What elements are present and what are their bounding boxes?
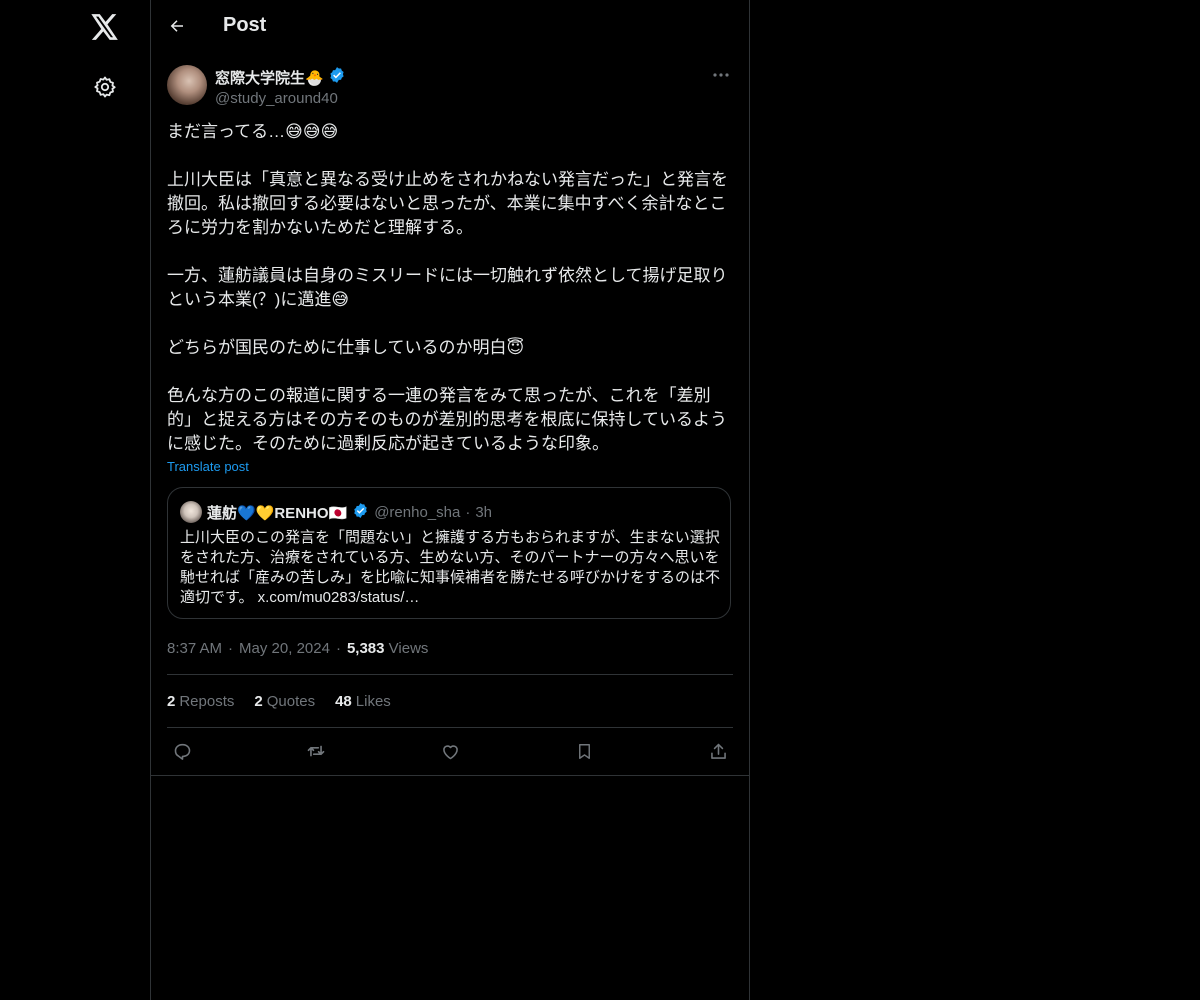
reply-icon <box>174 743 190 760</box>
repost-button[interactable] <box>302 737 330 765</box>
meta-separator: · <box>228 640 234 657</box>
arrow-left-icon <box>170 20 183 32</box>
author-handle[interactable]: @study_around40 <box>215 90 346 107</box>
x-logo-icon[interactable] <box>90 12 120 42</box>
share-icon <box>710 743 726 759</box>
views-count: 5,383 <box>346 640 385 657</box>
likes-stat[interactable]: 48 Likes <box>335 693 391 710</box>
engagement-stats: 2 Reposts 2 Quotes 48 Likes <box>167 693 391 710</box>
author-name[interactable]: 窓際大学院生🐣 <box>215 67 324 88</box>
bookmark-button[interactable] <box>570 737 598 765</box>
views-label: Views <box>388 640 429 657</box>
reposts-stat[interactable]: 2 Reposts <box>167 693 234 710</box>
quote-text: 上川大臣のこの発言を「問題ない」と擁護する方もおられますが、生まない選択をされた… <box>180 529 721 606</box>
post-time[interactable]: 8:37 AM <box>167 640 222 657</box>
translate-post-link[interactable]: Translate post <box>167 459 249 474</box>
divider <box>167 727 733 728</box>
bookmark-icon <box>578 743 590 759</box>
back-button[interactable] <box>165 14 189 38</box>
author-avatar[interactable] <box>167 65 207 105</box>
quote-timestamp: 3h <box>475 503 493 521</box>
heart-icon <box>442 744 458 759</box>
post-text: まだ言ってる…😅😅😅 上川大臣は「真意と異なる受け止めをされかねない発言だった」… <box>167 122 728 453</box>
post-column: Post 窓際大学院生🐣 @study_around40 まだ言ってる…😅😅😅 … <box>150 0 750 1000</box>
gear-icon[interactable] <box>90 72 120 102</box>
author-info: 窓際大学院生🐣 @study_around40 <box>215 66 346 107</box>
more-dots-icon <box>713 73 729 77</box>
quote-separator: · <box>465 503 471 521</box>
quote-avatar <box>180 501 202 523</box>
action-bar <box>167 737 733 765</box>
post-meta: 8:37 AM · May 20, 2024 · 5,383 Views <box>167 640 428 657</box>
like-button[interactable] <box>436 737 464 765</box>
post-header: Post <box>151 0 749 53</box>
quotes-stat[interactable]: 2 Quotes <box>254 693 315 710</box>
divider <box>167 674 733 675</box>
page-title: Post <box>223 14 267 36</box>
more-options-button[interactable] <box>709 66 733 84</box>
post-date[interactable]: May 20, 2024 <box>239 640 330 657</box>
verified-badge-icon <box>352 502 369 523</box>
quote-author-name: 蓮舫💙💛RENHO🇯🇵 <box>207 504 348 522</box>
meta-separator: · <box>335 640 341 657</box>
repost-icon <box>307 745 325 757</box>
left-nav <box>0 0 150 1000</box>
verified-badge-icon <box>328 66 346 88</box>
share-button[interactable] <box>704 737 732 765</box>
quote-author-handle: @renho_sha <box>374 503 461 521</box>
reply-button[interactable] <box>168 737 196 765</box>
divider <box>151 775 749 776</box>
quoted-post[interactable]: 蓮舫💙💛RENHO🇯🇵 @renho_sha · 3h 上川大臣のこの発言を「問… <box>167 487 731 619</box>
